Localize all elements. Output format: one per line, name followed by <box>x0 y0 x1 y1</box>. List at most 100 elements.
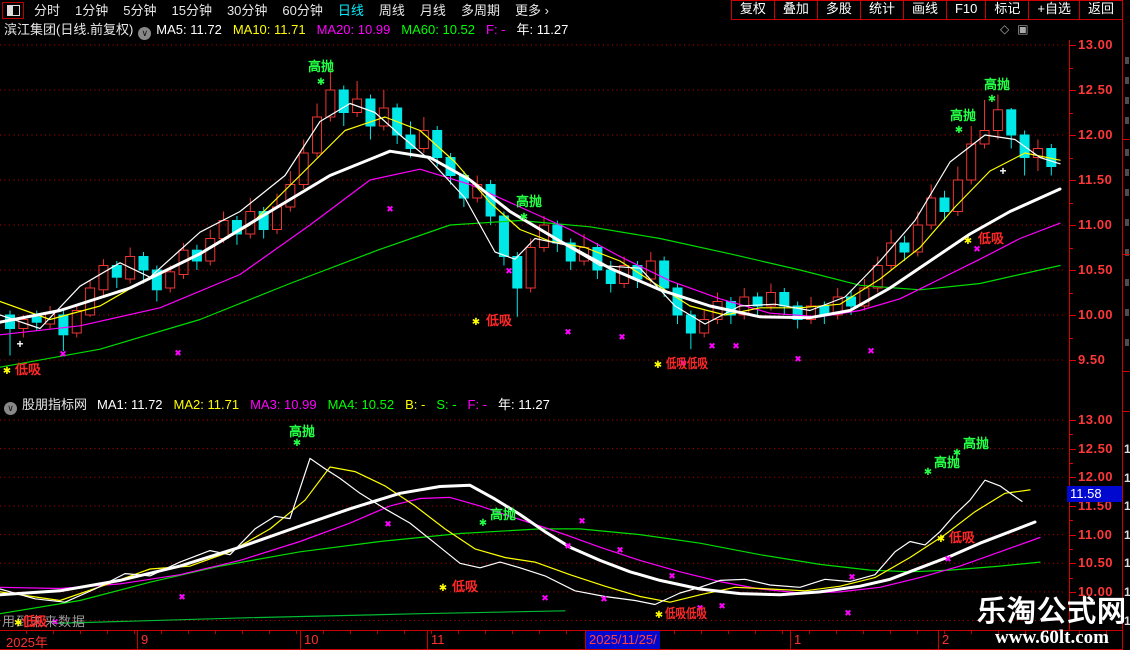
legend-item: MA3: 10.99 <box>250 397 317 412</box>
legend-item: MA60: 10.52 <box>401 22 475 37</box>
toolbar-button-多股[interactable]: 多股 <box>817 1 860 19</box>
legend-item: B: - <box>405 397 425 412</box>
legend-item: 年: 11.27 <box>498 397 550 412</box>
toolbar-button-返回[interactable]: 返回 <box>1079 1 1122 19</box>
toolbar-button-复权[interactable]: 复权 <box>732 1 774 19</box>
corner-icons: ◇▣ <box>1000 19 1037 40</box>
toolbar-buttons: 复权叠加多股统计画线F10标记+自选返回 <box>731 0 1123 20</box>
indicator-line-chart[interactable]: ✖✖✱✖✱✱✖✖✖✖✖✱✖✖✖✖✖✱✖✱✱高抛高抛低吸低吸低吸低吸高抛高抛 <box>0 415 1066 630</box>
month-label: 10 <box>304 632 318 647</box>
strip-separator <box>1123 254 1130 255</box>
signal-label: 低吸 <box>451 579 479 594</box>
price-label: 11.00 <box>1078 527 1112 542</box>
signal-cross-icon: ✖ <box>59 349 67 359</box>
signal-label: 高抛 <box>963 436 989 451</box>
year-label: 2025年 <box>6 632 48 650</box>
toolbar-button-标记[interactable]: 标记 <box>985 1 1028 19</box>
signal-label: 低吸 <box>948 530 976 545</box>
watermark-site-name: 乐淘公式网 <box>977 597 1127 628</box>
period-tab-更多 ›[interactable]: 更多 › <box>515 0 549 19</box>
candle-body <box>139 257 148 271</box>
price-label: 12.50 <box>1078 441 1113 456</box>
axis-minor-tick <box>1070 68 1073 69</box>
axis-minor-tick <box>1070 248 1073 249</box>
signal-cross-icon: ✖ <box>564 541 572 551</box>
window-layout-icon[interactable] <box>2 2 24 19</box>
candle-body <box>873 266 882 289</box>
price-label: 10.50 <box>1078 262 1113 277</box>
axis-tick <box>1070 270 1076 271</box>
candle-body <box>72 311 81 334</box>
signal-cross-icon: ✖ <box>541 593 549 603</box>
candle-body <box>59 315 68 335</box>
signal-cross-icon: ✖ <box>178 592 186 602</box>
toolbar-button-F10[interactable]: F10 <box>946 1 985 19</box>
time-axis-divider <box>300 631 301 649</box>
chevron-down-icon[interactable]: ∨ <box>138 27 151 40</box>
axis-minor-tick <box>1070 158 1073 159</box>
candle-body <box>713 302 722 320</box>
main-candlestick-chart[interactable]: ✱✖✖✱✖✖✱✱✖✖✱✖✖✖✖✖✱✖✱✱++低吸高抛高抛低吸低吸低吸低吸高抛高抛 <box>0 40 1066 394</box>
clipped-text-fragment <box>1125 309 1129 316</box>
selected-date-cell[interactable]: 2025/11/25/二 <box>586 631 660 649</box>
stock-title: 滨江集团(日线.前复权) <box>4 22 133 37</box>
axis-minor-tick <box>1070 549 1073 550</box>
signal-label: 低吸低吸 <box>665 356 709 371</box>
signal-cross-icon: ✖ <box>174 348 182 358</box>
clipped-text-fragment <box>1125 189 1129 196</box>
axis-line <box>1069 40 1070 630</box>
diamond-icon[interactable]: ◇ <box>1000 22 1009 36</box>
axis-minor-tick <box>1070 520 1073 521</box>
axis-tick <box>1070 315 1076 316</box>
price-axis: 13.0012.5012.0011.5011.0010.5010.009.501… <box>1066 40 1122 630</box>
ma-legend: MA5: 11.72MA10: 11.71MA20: 10.99MA60: 10… <box>156 22 579 37</box>
signal-label: 高抛 <box>984 77 1010 92</box>
period-tab-1分钟[interactable]: 1分钟 <box>75 0 108 19</box>
period-tab-15分钟[interactable]: 15分钟 <box>171 0 211 19</box>
axis-tick <box>1070 449 1076 450</box>
candle-body <box>887 243 896 266</box>
signal-star-icon: ✱ <box>3 366 11 377</box>
period-tab-分时[interactable]: 分时 <box>34 0 60 19</box>
signal-label: 高抛 <box>490 507 516 522</box>
indicator-panel-header: ∨股朋指标网MA1: 11.72MA2: 11.71MA3: 10.99MA4:… <box>0 395 1066 415</box>
month-label: 9 <box>141 632 148 647</box>
indicator-line-MA3 <box>0 497 1040 593</box>
period-tab-5分钟[interactable]: 5分钟 <box>123 0 156 19</box>
candle-body <box>660 261 669 288</box>
signal-cross-icon: ✖ <box>505 266 513 276</box>
price-label: 10.50 <box>1078 555 1113 570</box>
price-label: 13.00 <box>1078 37 1113 52</box>
axis-tick <box>1070 225 1076 226</box>
period-tab-月线[interactable]: 月线 <box>420 0 446 19</box>
signal-cross-icon: ✖ <box>384 519 392 529</box>
clipped-text-fragment <box>1125 219 1129 226</box>
toolbar-button-+自选[interactable]: +自选 <box>1028 1 1079 19</box>
period-tab-周线[interactable]: 周线 <box>379 0 405 19</box>
candle-body <box>900 243 909 252</box>
axis-minor-tick <box>1070 293 1073 294</box>
signal-star-icon: ✱ <box>654 360 662 371</box>
candle-body <box>526 248 535 289</box>
clipped-text-fragment <box>1125 279 1129 286</box>
signal-plus-icon: + <box>999 164 1006 178</box>
period-tab-60分钟[interactable]: 60分钟 <box>282 0 322 19</box>
month-label: 1 <box>794 632 801 647</box>
toolbar-button-画线[interactable]: 画线 <box>903 1 946 19</box>
signal-star-icon: ✱ <box>964 236 972 247</box>
signal-star-icon: ✱ <box>955 125 963 136</box>
axis-tick <box>1070 180 1076 181</box>
period-tab-30分钟[interactable]: 30分钟 <box>227 0 267 19</box>
signal-star-icon: ✱ <box>293 438 301 449</box>
period-tab-多周期[interactable]: 多周期 <box>461 0 500 19</box>
price-label: 12.00 <box>1078 127 1113 142</box>
period-toolbar: 分时 1分钟 5分钟 15分钟 30分钟 60分钟日线周线月线多周期更多 › 复权叠加多股… <box>0 0 1130 19</box>
candle-body <box>927 198 936 225</box>
clipped-text-fragment <box>1125 169 1129 176</box>
chevron-down-icon[interactable]: ∨ <box>4 402 17 415</box>
period-tab-日线[interactable]: 日线 <box>338 0 364 19</box>
window-icon[interactable]: ▣ <box>1017 22 1028 36</box>
toolbar-button-叠加[interactable]: 叠加 <box>774 1 817 19</box>
toolbar-button-统计[interactable]: 统计 <box>860 1 903 19</box>
candle-body <box>940 198 949 212</box>
